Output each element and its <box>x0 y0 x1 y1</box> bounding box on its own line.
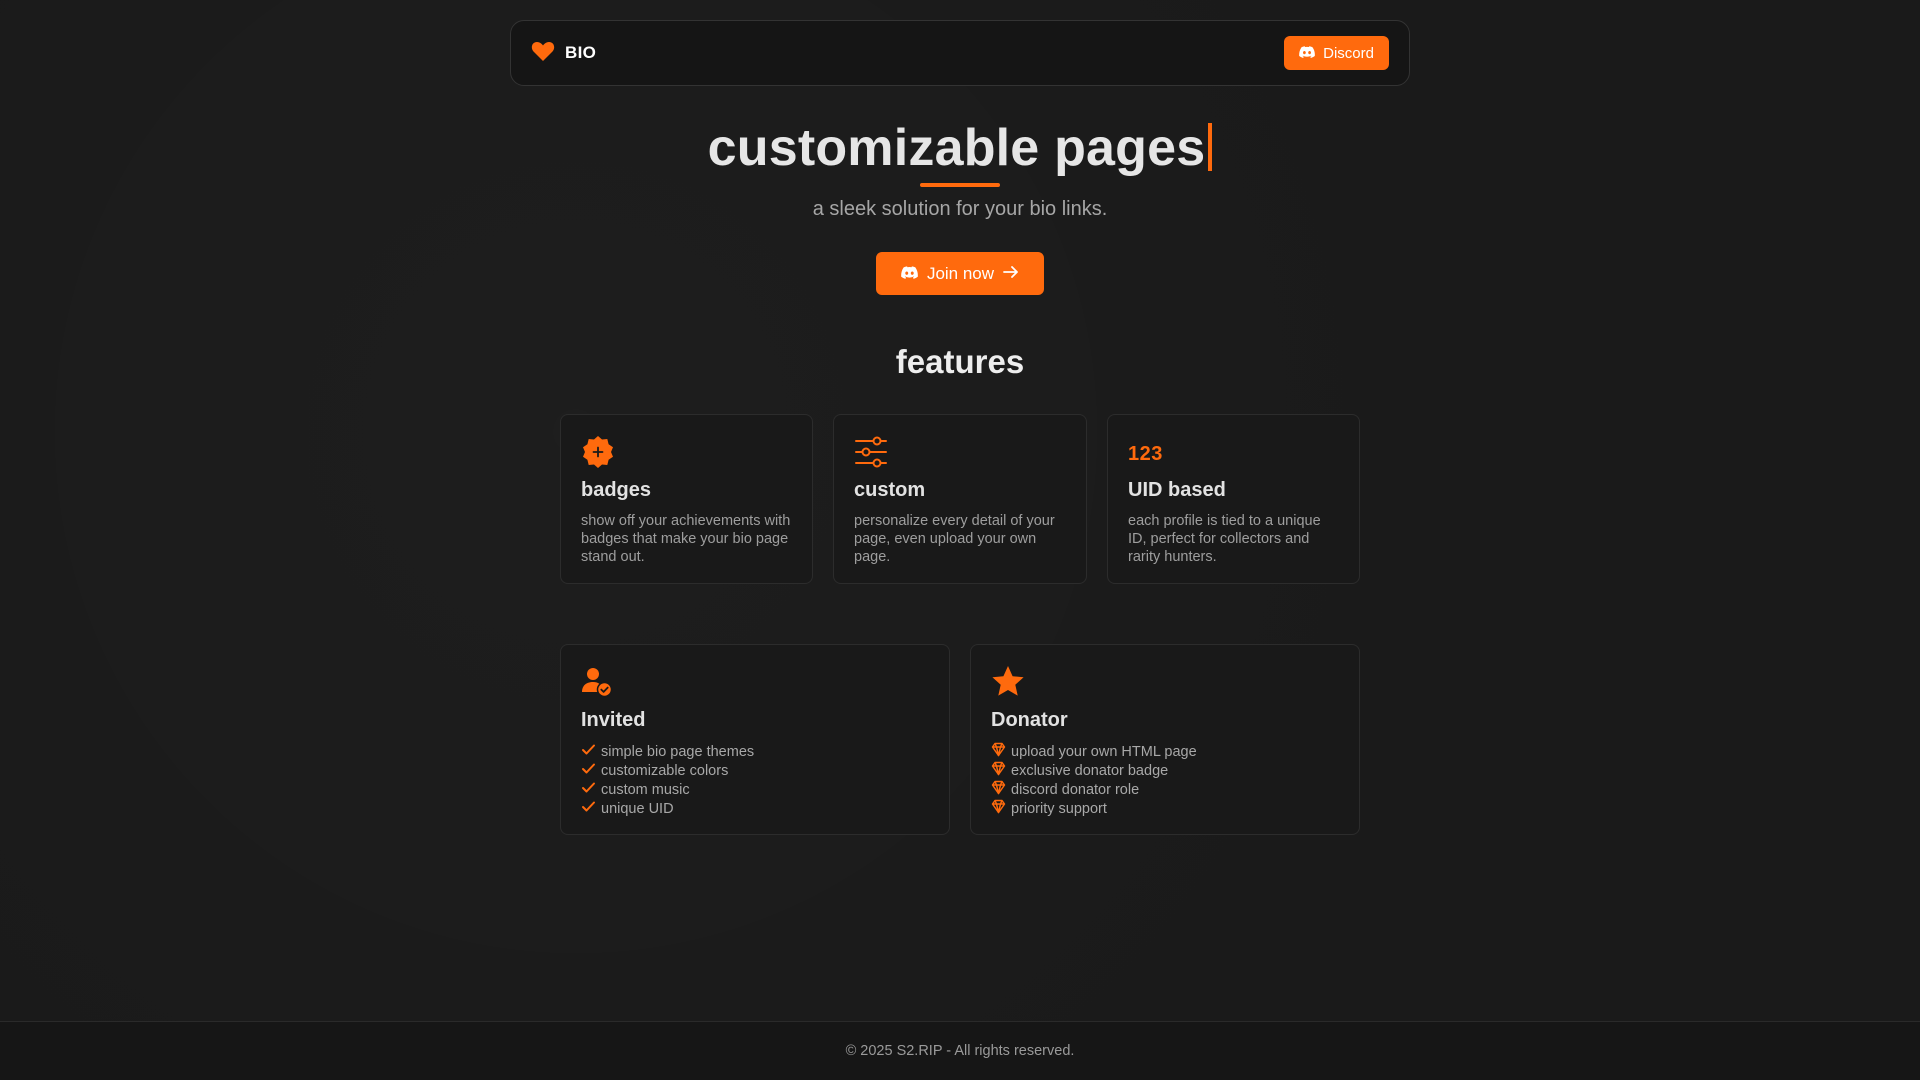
list-item: simple bio page themes <box>581 742 929 761</box>
gem-icon <box>991 780 1006 799</box>
hero-subtitle: a sleek solution for your bio links. <box>812 198 1108 220</box>
footer: © 2025 S2.RIP - All rights reserved. <box>0 1021 1920 1080</box>
tier-feature-list: upload your own HTML page exclusive dona… <box>991 742 1339 818</box>
tier-card-invited: Invited simple bio page themes customiza… <box>560 644 950 835</box>
discord-button[interactable]: Discord <box>1284 36 1389 70</box>
list-item: customizable colors <box>581 761 929 780</box>
discord-icon <box>1299 45 1316 62</box>
title-underline <box>920 183 1000 187</box>
hero-title: customizable pages <box>0 118 1920 178</box>
sliders-icon <box>854 436 888 473</box>
join-now-button[interactable]: Join now <box>876 252 1044 295</box>
footer-copyright: © 2025 S2.RIP - All rights reserved. <box>845 1043 1075 1059</box>
feature-title: badges <box>581 479 652 501</box>
check-icon <box>581 762 596 779</box>
user-check-icon <box>581 666 613 703</box>
feature-card-custom: custom personalize every detail of your … <box>833 414 1087 584</box>
check-icon <box>581 743 596 760</box>
check-icon <box>581 781 596 798</box>
heart-icon <box>531 40 555 67</box>
feature-card-uid: 123 UID based each profile is tied to a … <box>1107 414 1360 584</box>
list-item-text: simple bio page themes <box>601 743 755 760</box>
uid-number-icon: 123 <box>1128 442 1163 465</box>
feature-description: show off your achievements with badges t… <box>581 513 791 565</box>
list-item-text: discord donator role <box>1011 781 1140 798</box>
gem-icon <box>991 742 1006 761</box>
feature-title: custom <box>854 479 926 501</box>
tier-card-donator: Donator upload your own HTML page exclus… <box>970 644 1360 835</box>
discord-icon <box>901 264 918 284</box>
brand-link[interactable]: BIO <box>531 40 596 67</box>
tier-feature-list: simple bio page themes customizable colo… <box>581 742 929 818</box>
list-item: priority support <box>991 799 1339 818</box>
feature-description: personalize every detail of your page, e… <box>854 513 1055 565</box>
arrow-right-icon <box>1003 264 1019 284</box>
list-item: custom music <box>581 780 929 799</box>
list-item: upload your own HTML page <box>991 742 1339 761</box>
feature-title: UID based <box>1128 479 1226 501</box>
tier-title: Invited <box>581 709 646 731</box>
join-now-label: Join now <box>926 263 995 283</box>
discord-button-label: Discord <box>1323 44 1374 62</box>
typing-caret <box>1208 123 1213 171</box>
gem-icon <box>991 799 1006 818</box>
feature-card-badges: badges show off your achievements with b… <box>560 414 813 584</box>
feature-description: each profile is tied to a unique ID, per… <box>1128 513 1321 565</box>
badge-plus-icon <box>581 435 615 474</box>
features-heading: features <box>895 343 1025 380</box>
star-icon <box>991 665 1025 703</box>
list-item-text: upload your own HTML page <box>1011 743 1197 760</box>
list-item: discord donator role <box>991 780 1339 799</box>
list-item: unique UID <box>581 799 929 818</box>
gem-icon <box>991 761 1006 780</box>
list-item-text: custom music <box>601 781 690 798</box>
list-item-text: exclusive donator badge <box>1011 762 1169 779</box>
hero-title-text: customizable pages <box>707 119 1206 177</box>
navbar: BIO Discord <box>510 20 1410 86</box>
tier-title: Donator <box>991 709 1068 731</box>
list-item-text: customizable colors <box>601 762 729 779</box>
brand-label: BIO <box>565 43 597 62</box>
check-icon <box>581 800 596 817</box>
list-item-text: priority support <box>1011 800 1107 817</box>
page: BIO Discord customizable pages a sleek s… <box>0 0 1920 1080</box>
list-item-text: unique UID <box>601 800 674 817</box>
list-item: exclusive donator badge <box>991 761 1339 780</box>
